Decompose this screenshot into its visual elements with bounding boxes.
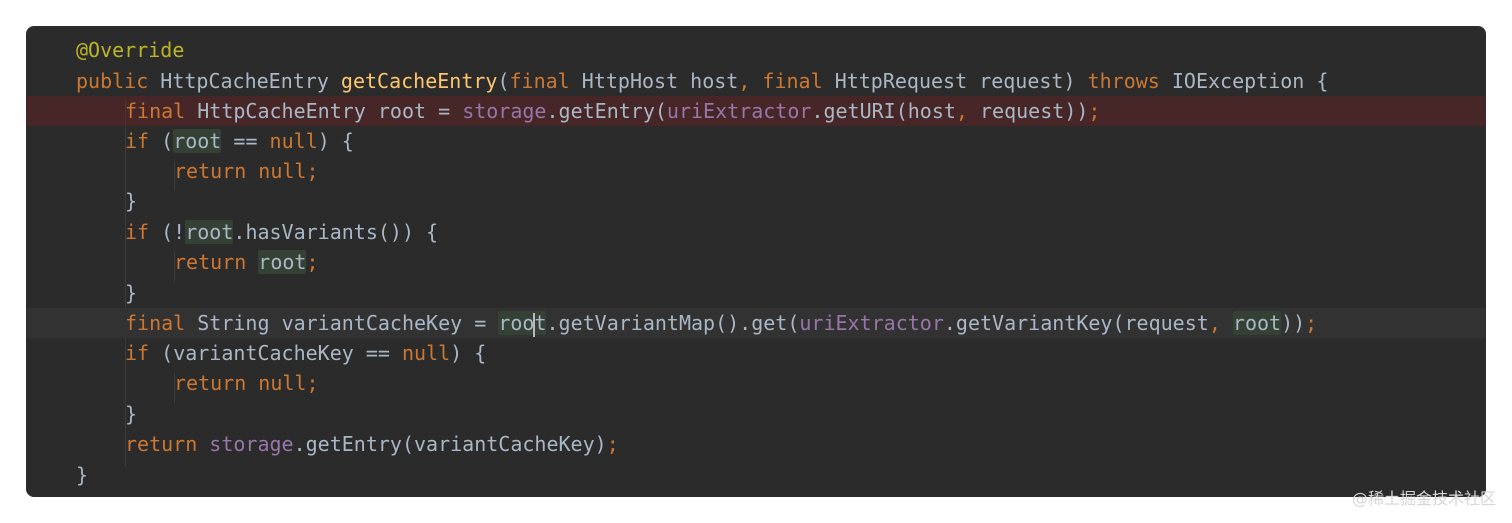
field-token: uriExtractor bbox=[799, 311, 944, 335]
param-token: request bbox=[1124, 311, 1209, 335]
code-line: return storage.getEntry(variantCacheKey)… bbox=[125, 432, 619, 456]
field-token: storage bbox=[462, 99, 547, 123]
keyword-token: null bbox=[269, 129, 318, 153]
keyword-token: null bbox=[258, 371, 307, 395]
keyword-token: if bbox=[125, 129, 150, 153]
code-editor[interactable]: @Override public HttpCacheEntry getCache… bbox=[26, 26, 1486, 497]
code-line: } bbox=[125, 281, 138, 305]
keyword-token: public bbox=[76, 69, 149, 93]
call-token: hasVariants bbox=[245, 220, 378, 244]
variable-token-at-caret: root bbox=[498, 311, 547, 337]
code-line: return null; bbox=[174, 371, 319, 395]
type-token: HttpRequest bbox=[834, 69, 968, 93]
variable-token: variantCacheKey bbox=[173, 341, 354, 365]
keyword-token: return bbox=[174, 371, 247, 395]
type-token: String bbox=[197, 311, 270, 335]
code-line: @Override bbox=[26, 35, 1486, 65]
call-token: getURI bbox=[823, 99, 896, 123]
call-token: getEntry bbox=[558, 99, 655, 123]
call-token: getVariantKey bbox=[955, 311, 1113, 335]
variable-token: root bbox=[173, 129, 222, 153]
annotation-token: @Override bbox=[76, 38, 185, 62]
keyword-token: null bbox=[258, 159, 307, 183]
variable-token: root bbox=[1232, 311, 1282, 335]
keyword-token: final bbox=[125, 311, 186, 335]
type-token: HttpHost bbox=[581, 69, 679, 93]
param-token: request bbox=[980, 99, 1065, 123]
code-line: return null; bbox=[174, 159, 319, 183]
type-token: HttpCacheEntry bbox=[160, 69, 329, 93]
keyword-token: null bbox=[401, 341, 451, 365]
code-line: } bbox=[76, 463, 89, 487]
field-token: storage bbox=[209, 432, 294, 456]
keyword-token: throws bbox=[1087, 69, 1160, 93]
code-line: return root; bbox=[174, 250, 319, 274]
call-token: get bbox=[751, 311, 788, 335]
keyword-token: final bbox=[509, 69, 570, 93]
keyword-token: return bbox=[174, 250, 247, 274]
variable-token: root bbox=[185, 220, 234, 244]
variable-token: variantCacheKey bbox=[281, 311, 463, 335]
keyword-token: if bbox=[125, 341, 150, 365]
code-line-error: final HttpCacheEntry root = storage.getE… bbox=[26, 96, 1486, 126]
watermark-label: @稀土掘金技术社区 bbox=[1351, 489, 1496, 508]
code-line-current: final String variantCacheKey = root.getV… bbox=[26, 308, 1486, 338]
keyword-token: return bbox=[125, 432, 198, 456]
variable-token: root bbox=[377, 99, 427, 123]
code-line: } bbox=[125, 402, 138, 426]
method-name-token: getCacheEntry bbox=[340, 69, 498, 93]
param-token: host bbox=[907, 99, 956, 123]
code-line: if (root == null) { bbox=[125, 129, 354, 153]
keyword-token: return bbox=[174, 159, 247, 183]
code-line: if (variantCacheKey == null) { bbox=[125, 341, 487, 365]
variable-token: root bbox=[258, 250, 307, 274]
keyword-token: if bbox=[125, 220, 150, 244]
keyword-token: final bbox=[125, 99, 186, 123]
param-token: host bbox=[690, 69, 739, 93]
code-line: public HttpCacheEntry getCacheEntry(fina… bbox=[76, 69, 1329, 93]
keyword-token: final bbox=[762, 69, 823, 93]
variable-token: variantCacheKey bbox=[414, 432, 595, 456]
call-token: getEntry bbox=[305, 432, 402, 456]
param-token: request bbox=[979, 69, 1064, 93]
type-token: HttpCacheEntry bbox=[197, 99, 366, 123]
type-token: IOException bbox=[1171, 69, 1305, 93]
code-line: if (!root.hasVariants()) { bbox=[125, 220, 439, 244]
field-token: uriExtractor bbox=[666, 99, 812, 123]
code-line: } bbox=[125, 189, 138, 213]
call-token: getVariantMap bbox=[558, 311, 716, 335]
